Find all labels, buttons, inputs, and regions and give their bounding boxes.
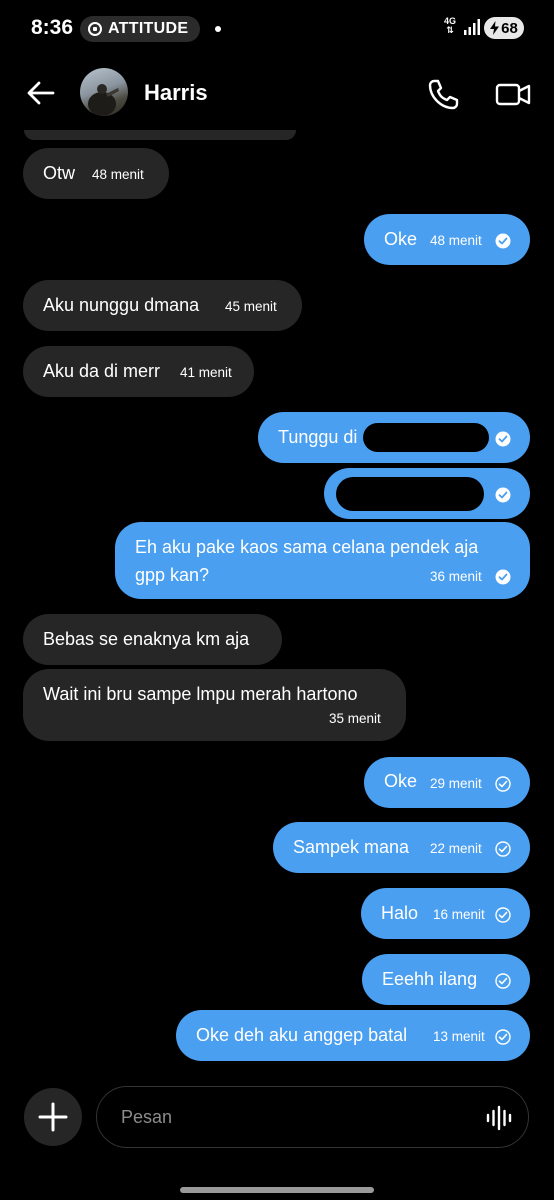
message-time: 45 menit: [225, 299, 277, 314]
delivered-check-icon: [495, 907, 511, 923]
video-camera-icon[interactable]: [494, 76, 532, 112]
message-text: Oke: [384, 229, 418, 249]
message-bubble-outgoing[interactable]: Sampek mana 22 menit: [273, 822, 530, 873]
redaction-scribble: [336, 477, 484, 511]
battery-indicator: 68: [484, 17, 524, 39]
message-bubble-incoming[interactable]: Aku nunggu dmana 45 menit: [23, 280, 302, 331]
message-text: Eeehh ilang: [382, 969, 478, 989]
record-icon: [88, 22, 102, 36]
message-time: 35 menit: [329, 711, 381, 726]
message-text: Oke deh aku anggep batal: [196, 1025, 408, 1045]
message-bubble-incoming[interactable]: Aku da di merr 41 menit: [23, 346, 254, 397]
message-time: 48 menit: [430, 233, 482, 248]
status-time: 8:36: [31, 16, 74, 39]
message-text: Otw: [43, 163, 76, 183]
message-time: 48 menit: [92, 167, 144, 182]
message-input-box[interactable]: [96, 1086, 529, 1148]
delivered-check-icon: [495, 841, 511, 857]
contact-name[interactable]: Harris: [144, 80, 208, 106]
network-type: 4G ⇅: [444, 17, 456, 35]
message-bubble-outgoing[interactable]: Eeehh ilang: [362, 954, 530, 1005]
avatar-photo: [88, 84, 119, 116]
battery-level: 68: [501, 19, 518, 37]
read-check-icon: [495, 431, 511, 447]
read-check-icon: [495, 569, 511, 585]
read-check-icon: [495, 233, 511, 249]
message-text: Aku da di merr: [43, 361, 161, 381]
message-bubble-incoming[interactable]: Wait ini bru sampe lmpu merah hartono 35…: [23, 669, 406, 741]
home-indicator[interactable]: [180, 1187, 374, 1193]
message-text: Halo: [381, 903, 419, 923]
redaction-scribble: [363, 423, 489, 452]
message-time: 22 menit: [430, 841, 482, 856]
message-list[interactable]: Otw 48 menit Oke 48 menit Aku nunggu dma…: [0, 130, 554, 1080]
message-bubble-outgoing[interactable]: Tunggu di: [258, 412, 530, 463]
message-bubble-outgoing[interactable]: [324, 468, 530, 519]
message-bubble-outgoing[interactable]: Eh aku pake kaos sama celana pendek aja …: [115, 522, 530, 599]
message-time: 41 menit: [180, 365, 232, 380]
phone-icon[interactable]: [426, 76, 462, 112]
add-attachment-button[interactable]: [24, 1088, 82, 1146]
message-time: 29 menit: [430, 776, 482, 791]
message-input[interactable]: [119, 1087, 463, 1148]
chat-header: Harris: [0, 58, 554, 130]
message-time: 16 menit: [433, 907, 485, 922]
delivered-check-icon: [495, 973, 511, 989]
message-bubble-outgoing[interactable]: Oke deh aku anggep batal 13 menit: [176, 1010, 530, 1061]
message-bubble-incoming[interactable]: Otw 48 menit: [23, 148, 169, 199]
charging-icon: [490, 21, 500, 35]
voice-waveform-icon[interactable]: [485, 1105, 513, 1131]
message-text: Eh aku pake kaos sama celana pendek aja: [135, 537, 479, 557]
signal-icon: [464, 19, 480, 35]
message-time: 13 menit: [433, 1029, 485, 1044]
attitude-label: ATTITUDE: [108, 20, 189, 37]
message-bubble-outgoing[interactable]: Oke 29 menit: [364, 757, 530, 808]
data-arrows-icon: ⇅: [446, 25, 454, 35]
message-text: Sampek mana: [293, 837, 410, 857]
delivered-check-icon: [495, 776, 511, 792]
read-check-icon: [495, 487, 511, 503]
notification-dot: [215, 26, 221, 32]
message-bubble-outgoing[interactable]: Oke 48 menit: [364, 214, 530, 265]
delivered-check-icon: [495, 1029, 511, 1045]
message-bubble-outgoing[interactable]: Halo 16 menit: [361, 888, 530, 939]
message-time: 36 menit: [430, 569, 482, 584]
composer: [0, 1080, 554, 1200]
message-text: Oke: [384, 771, 418, 791]
attitude-pill: ATTITUDE: [80, 16, 201, 42]
status-bar: 8:36 ATTITUDE 4G ⇅ 68: [0, 0, 554, 58]
message-text: Tunggu di: [278, 427, 358, 447]
message-text: Aku nunggu dmana: [43, 295, 200, 315]
avatar[interactable]: [80, 68, 128, 116]
plus-icon: [38, 1102, 68, 1132]
message-bubble-partial: [24, 130, 296, 140]
message-bubble-incoming[interactable]: Bebas se enaknya km aja: [23, 614, 282, 665]
message-text-line-2: gpp kan?: [135, 565, 210, 585]
message-text: Wait ini bru sampe lmpu merah hartono: [43, 684, 358, 704]
message-text: Bebas se enaknya km aja: [43, 629, 250, 649]
back-arrow-icon[interactable]: [26, 78, 56, 108]
